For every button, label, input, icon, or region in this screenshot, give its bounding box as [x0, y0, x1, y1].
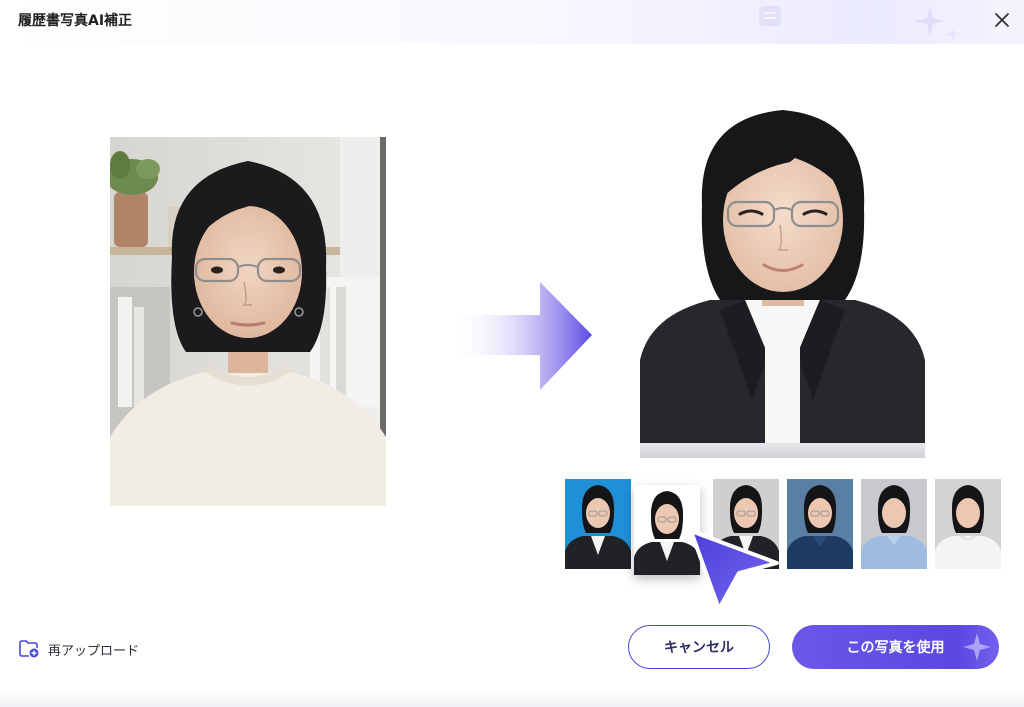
close-icon	[995, 13, 1009, 27]
original-photo	[110, 137, 386, 506]
sparkle-icon	[915, 6, 959, 41]
original-portrait-image	[110, 137, 386, 506]
use-photo-button[interactable]: この写真を使用	[792, 625, 999, 669]
arrow-right-icon	[450, 282, 592, 390]
use-photo-label: この写真を使用	[846, 640, 945, 656]
result-portrait-image	[640, 100, 925, 443]
folder-upload-icon	[19, 640, 39, 658]
thumbnail-steel-blue-bg-navy[interactable]	[787, 479, 853, 569]
thumbnail-blue-bg-suit[interactable]	[565, 479, 631, 569]
photo-base-strip	[640, 443, 925, 458]
close-button[interactable]	[990, 8, 1014, 32]
result-photo	[640, 100, 925, 458]
reupload-link[interactable]: 再アップロード	[18, 637, 139, 661]
title-bar: 履歴書写真AI補正	[0, 0, 1024, 44]
window-title: 履歴書写真AI補正	[18, 13, 133, 29]
cancel-button[interactable]: キャンセル	[628, 625, 770, 669]
bottom-edge	[0, 692, 1024, 707]
thumbnail-gray-bg-light-blue[interactable]	[861, 479, 927, 569]
thumbnail-light-gray-bg-white[interactable]	[935, 479, 1001, 569]
pointer-cursor-icon	[689, 529, 779, 611]
document-icon	[759, 6, 781, 26]
sparkle-icon	[963, 633, 991, 661]
style-thumbnails	[565, 479, 1001, 575]
reupload-label: 再アップロード	[48, 643, 140, 659]
